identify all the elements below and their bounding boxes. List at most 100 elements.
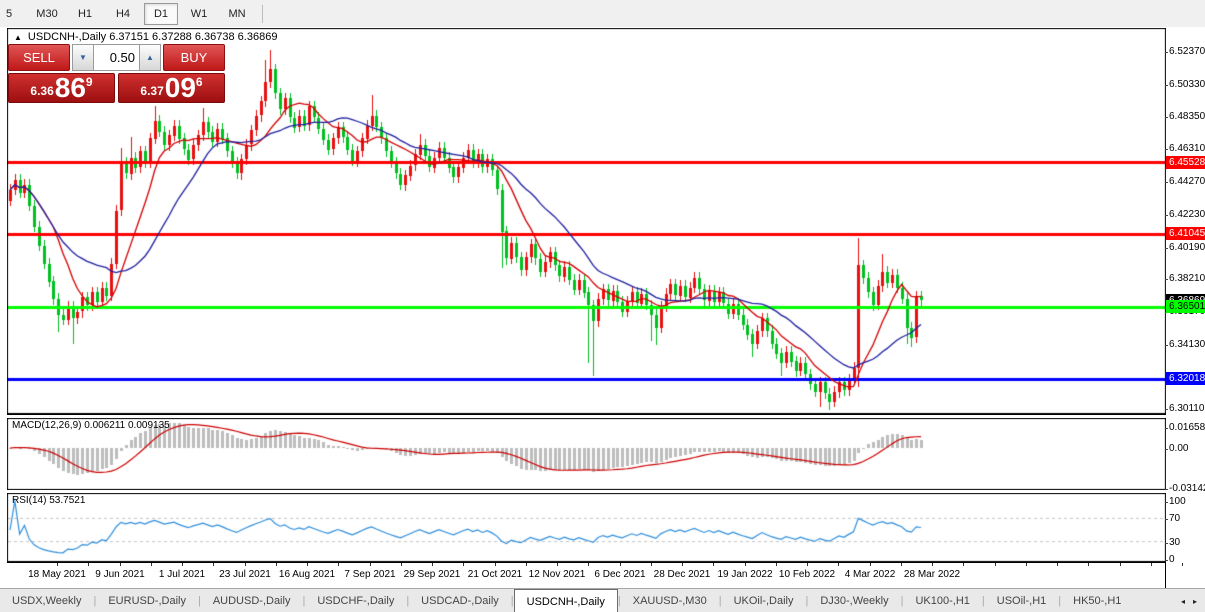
date-tick-mark: [57, 563, 58, 566]
price-tick-label: 6.40190: [1169, 242, 1205, 253]
price-tick-label: 30: [1169, 537, 1181, 548]
ask-price-prefix: 6.37: [140, 84, 164, 98]
date-label: 29 Sep 2021: [403, 569, 461, 580]
date-tick-mark: [807, 563, 808, 566]
bid-price-big: 86: [54, 72, 86, 103]
date-tick-mark: [213, 563, 214, 566]
date-tick-mark: [182, 563, 183, 566]
bid-price-prefix: 6.36: [30, 84, 54, 98]
ask-price-sup: 6: [195, 75, 203, 89]
price-tick-mark: [1165, 117, 1168, 118]
date-tick-mark: [526, 563, 527, 566]
date-tick-mark: [370, 563, 371, 566]
tab-hk50-h1[interactable]: HK50-,H1: [1061, 589, 1133, 612]
tab-usoil-h1[interactable]: USOil-,H1: [985, 589, 1059, 612]
date-label: 18 May 2021: [28, 569, 86, 580]
tab-ukoil-daily[interactable]: UKOil-,Daily: [722, 589, 806, 612]
date-tick-mark: [338, 563, 339, 566]
tab-scroll-arrows: ◂ ▸: [1177, 589, 1205, 612]
date-tick-mark: [995, 563, 996, 566]
timeframe-button-mn[interactable]: MN: [220, 3, 254, 25]
date-tick-mark: [495, 563, 496, 566]
date-label: 9 Jun 2021: [95, 569, 145, 580]
price-tick-mark: [1165, 409, 1168, 410]
rsi-canvas[interactable]: [7, 493, 1166, 562]
timeframe-button-h4[interactable]: H4: [106, 3, 140, 25]
date-tick-mark: [276, 563, 277, 566]
tab-xauusd-m30[interactable]: XAUUSD-,M30: [621, 589, 719, 612]
price-tick-mark: [1165, 489, 1168, 490]
date-label: 28 Dec 2021: [653, 569, 711, 580]
tab-uk100-h1[interactable]: UK100-,H1: [903, 589, 981, 612]
tab-scroll-left-icon[interactable]: ◂: [1177, 597, 1189, 606]
price-tick-mark: [1165, 345, 1168, 346]
price-tick-mark: [1165, 215, 1168, 216]
volume-increase-icon[interactable]: ▲: [139, 44, 161, 71]
chart-tab-bar: USDX,Weekly | EURUSD-,Daily | AUDUSD-,Daily |…: [0, 588, 1205, 612]
date-label: 19 Jan 2022: [717, 569, 773, 580]
bid-price-panel[interactable]: 6.36 86 9: [8, 73, 115, 103]
tab-usdchf-daily[interactable]: USDCHF-,Daily: [305, 589, 406, 612]
chart-title: ▲ USDCNH-,Daily 6.37151 6.37288 6.36738 6…: [14, 31, 277, 43]
date-axis: 18 May 2021 9 Jun 2021 1 Jul 2021 23 Jul 20…: [7, 562, 1183, 588]
date-tick-mark: [1026, 563, 1027, 566]
tab-usdcad-daily[interactable]: USDCAD-,Daily: [409, 589, 511, 612]
date-tick-mark: [151, 563, 152, 566]
date-tick-mark: [713, 563, 714, 566]
buy-button[interactable]: BUY: [163, 44, 225, 71]
timeframe-button-w1[interactable]: W1: [182, 3, 216, 25]
tab-usdcnh-daily[interactable]: USDCNH-,Daily: [513, 589, 618, 612]
date-tick-mark: [682, 563, 683, 566]
price-tick-label: -0.031427: [1169, 483, 1205, 494]
date-tick-mark: [245, 563, 246, 566]
price-tick-label: 6.30110: [1169, 403, 1205, 414]
timeframe-button-d1[interactable]: D1: [144, 2, 178, 25]
date-tick-mark: [838, 563, 839, 566]
price-tick-mark: [1165, 279, 1168, 280]
macd-canvas[interactable]: [7, 418, 1166, 490]
date-label: 23 Jul 2021: [219, 569, 271, 580]
chart-window: ▲ USDCNH-,Daily 6.37151 6.37288 6.36738 6…: [0, 27, 1205, 588]
price-tick-mark: [1165, 543, 1168, 544]
one-click-trading-panel: SELL ▼ ▲ BUY 6.36 86 9 6.37 09 6: [8, 44, 225, 103]
price-tick-mark: [1165, 449, 1168, 450]
price-tick-mark: [1165, 248, 1168, 249]
volume-decrease-icon[interactable]: ▼: [72, 44, 94, 71]
price-tick-label: 6.42230: [1169, 209, 1205, 220]
tab-usdx-weekly[interactable]: USDX,Weekly: [0, 589, 93, 612]
date-tick-mark: [745, 563, 746, 566]
price-tick-label: 100: [1169, 496, 1186, 507]
timeframe-button-h1[interactable]: H1: [68, 3, 102, 25]
chart-collapse-icon[interactable]: ▲: [14, 33, 22, 42]
date-tick-mark: [432, 563, 433, 566]
price-axis: 6.52370 6.50330 6.48350 6.46310 6.44270 6.422…: [1165, 28, 1205, 565]
date-tick-mark: [901, 563, 902, 566]
volume-stepper: ▼ ▲: [72, 44, 161, 71]
timeframe-button-5[interactable]: 5: [0, 3, 26, 25]
price-tick-label: 6.46310: [1169, 143, 1205, 154]
price-tick-mark: [1165, 182, 1168, 183]
date-tick-mark: [120, 563, 121, 566]
date-label: 10 Feb 2022: [778, 569, 836, 580]
price-tick-mark: [1165, 52, 1168, 53]
date-label: 16 Aug 2021: [278, 569, 336, 580]
tab-eurusd-daily[interactable]: EURUSD-,Daily: [96, 589, 198, 612]
timeframe-button-m30[interactable]: M30: [30, 3, 64, 25]
date-tick-mark: [932, 563, 933, 566]
ask-price-panel[interactable]: 6.37 09 6: [118, 73, 225, 103]
volume-input[interactable]: [94, 44, 139, 71]
tab-dj30-weekly[interactable]: DJ30-,Weekly: [808, 589, 900, 612]
tab-scroll-right-icon[interactable]: ▸: [1189, 597, 1201, 606]
date-tick-mark: [1120, 563, 1121, 566]
chart-symbol: USDCNH-,Daily: [27, 31, 107, 43]
price-tick-label: 6.50330: [1169, 79, 1205, 90]
tab-audusd-daily[interactable]: AUDUSD-,Daily: [201, 589, 303, 612]
sell-button[interactable]: SELL: [8, 44, 70, 71]
date-tick-mark: [651, 563, 652, 566]
date-label: 28 Mar 2022: [903, 569, 961, 580]
price-line-label: 6.32018: [1166, 372, 1205, 385]
date-label: 4 Mar 2022: [844, 569, 896, 580]
mt4-window: 5 M30 H1 H4 D1 W1 MN ▲ USDCNH-,Daily 6.37151 6.…: [0, 0, 1205, 612]
date-tick-mark: [1057, 563, 1058, 566]
price-tick-mark: [1165, 502, 1168, 503]
